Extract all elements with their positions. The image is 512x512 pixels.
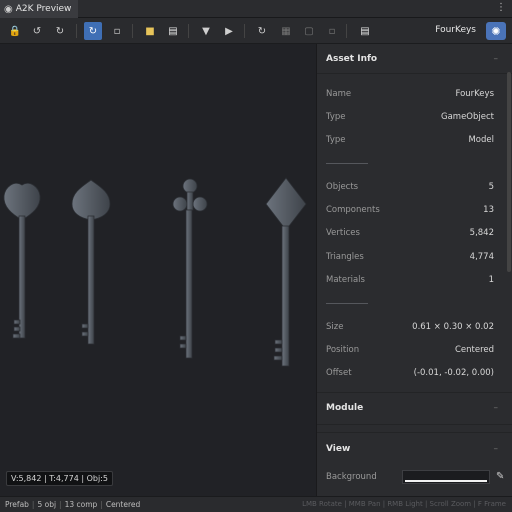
collapse-icon[interactable]: –: [494, 403, 499, 413]
window-title: A2K Preview: [15, 4, 72, 14]
row-key: Offset: [326, 368, 352, 379]
toolbar-separator: [244, 24, 245, 38]
collapse-icon[interactable]: –: [494, 54, 499, 64]
info-row-components: Components 13: [317, 198, 512, 221]
background-label: Background: [326, 471, 377, 482]
refresh-active-icon[interactable]: ↻: [84, 22, 102, 40]
collapse-icon[interactable]: –: [494, 444, 499, 454]
title-bar: ◉ A2K Preview ⋮: [0, 0, 512, 18]
lock-icon[interactable]: 🔒: [6, 22, 24, 40]
status-components: 13 comp: [64, 500, 98, 509]
row-key: Materials: [326, 275, 365, 286]
row-value: 0.61 × 0.30 × 0.02: [412, 321, 494, 332]
row-key: Objects: [326, 181, 359, 192]
info-row-name: Name FourKeys: [317, 82, 512, 105]
row-value: 5: [488, 181, 494, 192]
row-value: 1: [488, 275, 494, 286]
status-prefab: Prefab: [5, 500, 29, 509]
row-value: Model: [468, 135, 494, 146]
page-icon[interactable]: ▤: [356, 22, 374, 40]
eye-icon: ◉: [4, 3, 13, 15]
toolbar: 🔒 ↺ ↻ ↻ ▫ ■ ▤ ▼ ▶ ↻ ▦ ▢ ▫ ▤ FourKeys ✺: [0, 18, 512, 44]
rotate-cw-icon[interactable]: ↻: [51, 22, 69, 40]
controls-hint: LMB Rotate | MMB Pan | RMB Light | Scrol…: [302, 500, 506, 508]
club-key: [172, 178, 208, 359]
diamond-key: [265, 177, 307, 367]
grid-icon[interactable]: ▦: [277, 22, 295, 40]
toolbar-separator: [76, 24, 77, 38]
background-row: Background ✎: [317, 465, 512, 489]
toolbar-separator: [132, 24, 133, 38]
row-value: 13: [483, 205, 494, 216]
view-title: View: [326, 443, 351, 454]
info-row-type: Type GameObject: [317, 105, 512, 128]
play-icon[interactable]: ▶: [220, 22, 238, 40]
background-color-field[interactable]: [402, 469, 490, 484]
row-key: Type: [326, 111, 346, 122]
heart-key: [3, 182, 41, 339]
toolbar-separator: [188, 24, 189, 38]
row-key: Position: [326, 344, 360, 355]
settings-button[interactable]: ✺: [486, 22, 506, 40]
info-row-size: Size 0.61 × 0.30 × 0.02: [317, 315, 512, 338]
row-key: Triangles: [326, 251, 364, 262]
viewport-stats: V:5,842 | T:4,774 | Obj:5: [6, 471, 113, 486]
status-objects: 5 obj: [37, 500, 57, 509]
funnel-icon[interactable]: ▼: [197, 22, 215, 40]
toolbar-separator: [346, 24, 347, 38]
divider: [317, 152, 512, 175]
info-row-position: Position Centered: [317, 338, 512, 361]
row-value: GameObject: [441, 111, 494, 122]
frame-icon[interactable]: ▢: [300, 22, 318, 40]
more-menu-icon[interactable]: ⋮: [496, 2, 506, 13]
inspector-panel: Asset Info – Name FourKeys Type GameObje…: [316, 44, 512, 496]
row-value: (-0.01, -0.02, 0.00): [413, 368, 494, 379]
info-row-type: Type Model: [317, 129, 512, 152]
row-value: Centered: [454, 344, 494, 355]
divider: [317, 292, 512, 315]
info-row-triangles: Triangles 4,774: [317, 245, 512, 268]
row-value: 5,842: [469, 228, 494, 239]
inspector-scrollbar[interactable]: [507, 72, 511, 272]
keys-model: [3, 177, 307, 367]
info-row-offset: Offset (-0.01, -0.02, 0.00): [317, 362, 512, 385]
row-key: Vertices: [326, 228, 360, 239]
row-key: Components: [326, 205, 380, 216]
asset-info-header[interactable]: Asset Info –: [317, 44, 512, 74]
status-bar: Prefab | 5 obj | 13 comp | Centered LMB …: [0, 496, 512, 512]
preview-viewport[interactable]: V:5,842 | T:4,774 | Obj:5: [0, 44, 316, 496]
spade-key: [71, 179, 111, 345]
folder-icon[interactable]: ■: [141, 22, 159, 40]
view-header[interactable]: View –: [317, 433, 512, 465]
square-icon[interactable]: ▫: [108, 22, 126, 40]
info-row-materials: Materials 1: [317, 268, 512, 291]
asset-info-title: Asset Info: [326, 53, 378, 64]
small-square-icon[interactable]: ▫: [323, 22, 341, 40]
row-key: Name: [326, 88, 352, 99]
info-row-objects: Objects 5: [317, 175, 512, 198]
row-key: Type: [326, 135, 346, 146]
reload-icon[interactable]: ↻: [253, 22, 271, 40]
asset-name-label: FourKeys: [435, 25, 476, 35]
row-key: Size: [326, 321, 344, 332]
eyedropper-icon[interactable]: ✎: [496, 471, 504, 482]
rotate-ccw-icon[interactable]: ↺: [28, 22, 46, 40]
module-header[interactable]: Module –: [317, 393, 512, 425]
row-value: 4,774: [469, 251, 494, 262]
row-value: FourKeys: [455, 88, 494, 99]
window-tab[interactable]: ◉ A2K Preview: [0, 0, 78, 18]
module-title: Module: [326, 403, 364, 414]
status-pivot: Centered: [105, 500, 141, 509]
document-icon[interactable]: ▤: [164, 22, 182, 40]
info-row-vertices: Vertices 5,842: [317, 222, 512, 245]
